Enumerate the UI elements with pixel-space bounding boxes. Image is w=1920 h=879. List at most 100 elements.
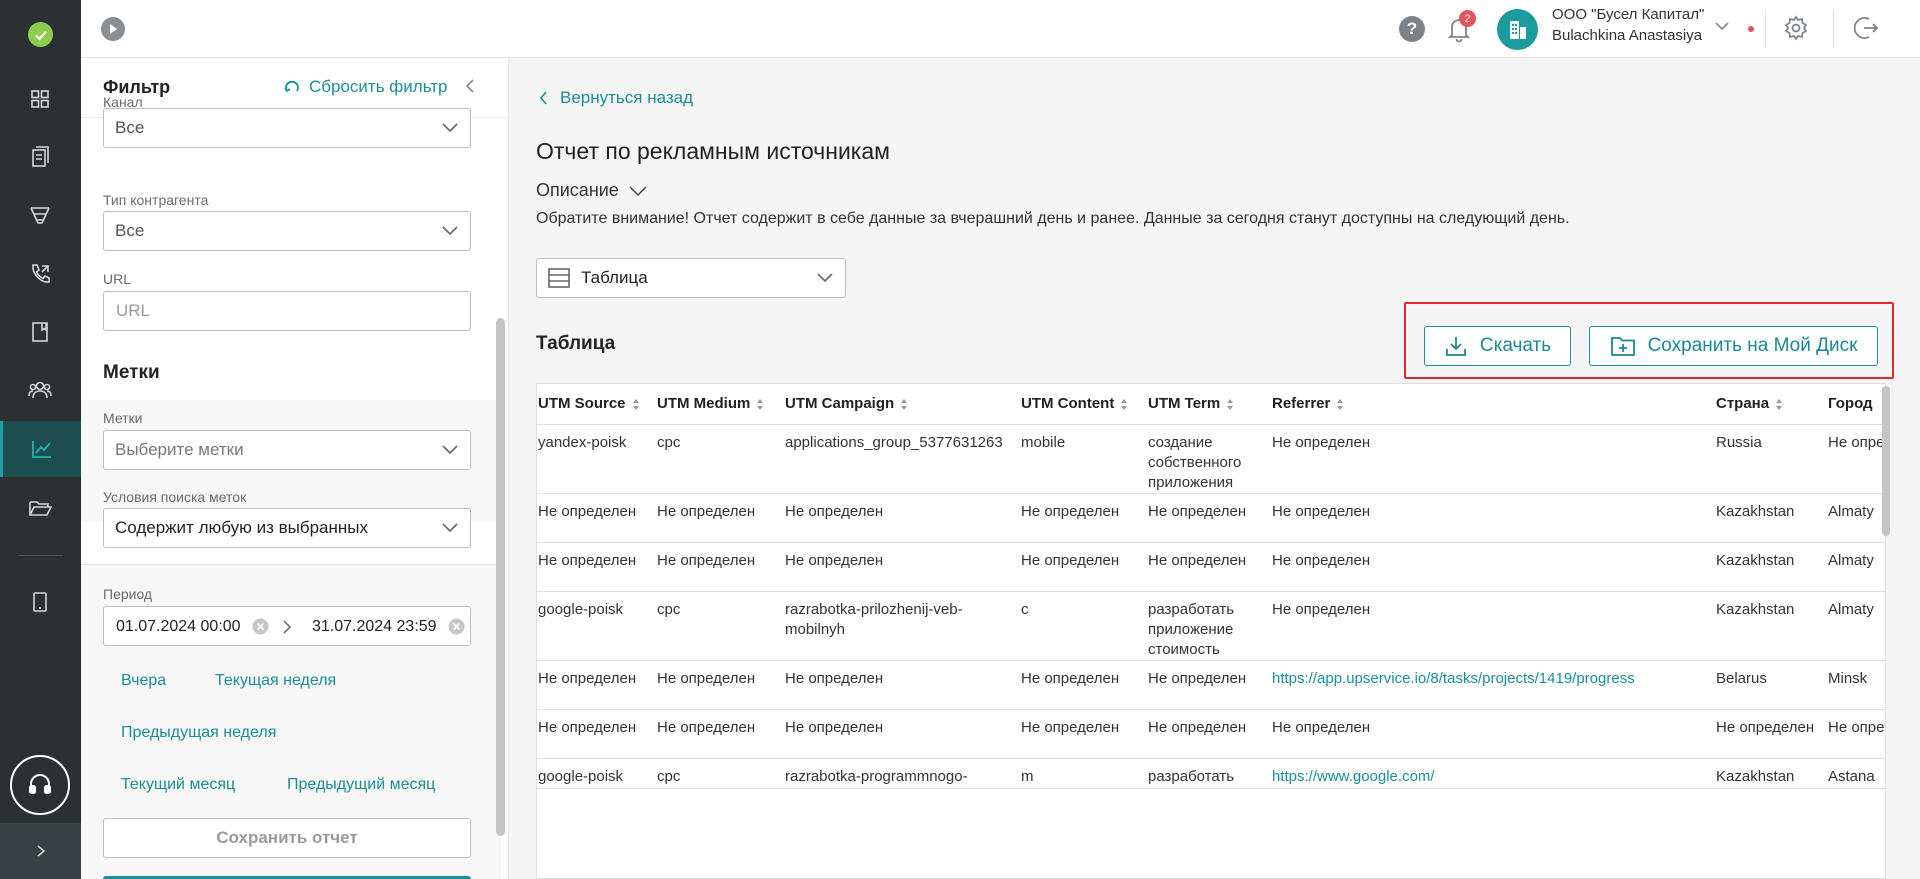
gear-icon[interactable] <box>1783 15 1809 46</box>
download-button[interactable]: Скачать <box>1424 326 1571 366</box>
period-from[interactable]: 01.07.2024 00:00 <box>116 618 241 636</box>
cell-text: Не определен <box>538 502 637 520</box>
cell-text: Не определен <box>657 551 756 569</box>
table-row[interactable]: yandex-poisk cpc applications_group_537763… <box>537 424 1885 494</box>
cell-text: Не опре <box>1828 718 1885 736</box>
headset-icon[interactable] <box>10 755 70 815</box>
clear-icon[interactable] <box>252 618 269 635</box>
table-scrollbar[interactable] <box>1882 386 1890 536</box>
documents-icon[interactable] <box>24 141 56 173</box>
view-value: Таблица <box>581 268 648 287</box>
column-header[interactable]: UTM Medium <box>656 384 784 425</box>
funnel-icon[interactable] <box>24 199 56 231</box>
reset-filter-button[interactable]: Сбросить фильтр <box>283 77 447 97</box>
quick-this-month-link[interactable]: Текущий месяц <box>121 776 235 794</box>
cell-text: Не определен <box>538 551 637 569</box>
table-row[interactable]: Не определен Не определен Не определен Не о… <box>537 542 1885 592</box>
chevron-down-icon <box>442 226 458 236</box>
table-cell: cpc <box>656 591 784 661</box>
play-icon[interactable] <box>101 17 125 41</box>
tablet-icon[interactable] <box>24 586 56 618</box>
quick-yesterday-link[interactable]: Вчера <box>121 672 166 690</box>
cell-text: Не определен <box>1148 551 1247 569</box>
period-range-input[interactable]: 01.07.2024 00:00 31.07.2024 23:59 <box>103 606 471 646</box>
column-header[interactable]: Страна <box>1715 384 1827 425</box>
sort-icon[interactable] <box>1775 398 1783 411</box>
chevron-down-icon <box>442 445 458 455</box>
phone-icon[interactable] <box>24 258 56 290</box>
sort-icon[interactable] <box>1120 398 1128 411</box>
column-header[interactable]: Город <box>1827 384 1885 425</box>
chevron-right-icon[interactable] <box>0 823 81 879</box>
folder-icon[interactable] <box>24 492 56 524</box>
table-cell: cpc <box>656 424 784 494</box>
contractor-select[interactable]: Все <box>103 211 471 251</box>
table-row[interactable]: Не определен Не определен Не определен Не о… <box>537 493 1885 543</box>
referrer-link[interactable]: https://www.google.com/ <box>1272 768 1435 785</box>
table-cell: Не определен <box>784 542 1020 592</box>
filter-scrollbar[interactable] <box>496 318 505 836</box>
channel-select[interactable]: Все <box>103 108 471 148</box>
table-row[interactable]: Не определен Не определен Не определен Не о… <box>537 660 1885 710</box>
tags-section-header: Метки <box>81 346 501 400</box>
table-row[interactable]: Не определен Не определен Не определен Не о… <box>537 709 1885 759</box>
url-input[interactable]: URL <box>103 291 471 331</box>
sort-icon[interactable] <box>1336 398 1344 411</box>
cell-text: cpc <box>657 767 681 785</box>
back-link[interactable]: Вернуться назад <box>539 88 693 108</box>
cell-text: google-poisk <box>538 767 624 785</box>
chevron-left-icon[interactable] <box>465 78 475 99</box>
org-avatar[interactable] <box>1497 9 1538 50</box>
column-header[interactable]: UTM Term <box>1147 384 1271 425</box>
cell-text: razrabotka-prilozhenij-veb-mobilnyh <box>785 600 963 638</box>
dashboard-icon[interactable] <box>24 83 56 115</box>
sort-icon[interactable] <box>900 398 908 411</box>
table-cell: Не определен <box>1271 591 1715 661</box>
tags-select[interactable]: Выберите метки <box>103 430 471 470</box>
chevron-down-icon[interactable] <box>1714 18 1730 39</box>
table-cell: c <box>1020 591 1147 661</box>
description-label: Описание <box>536 180 619 200</box>
quick-this-week-link[interactable]: Текущая неделя <box>215 672 336 690</box>
user-name[interactable]: Bulachkina Anastasiya <box>1552 27 1702 44</box>
sort-icon[interactable] <box>756 398 764 411</box>
check-logo-icon[interactable] <box>28 22 53 47</box>
tag-condition-value: Содержит любую из выбранных <box>115 518 368 537</box>
users-icon[interactable] <box>24 374 56 406</box>
analytics-icon[interactable] <box>0 421 81 477</box>
save-report-button[interactable]: Сохранить отчет <box>103 818 471 858</box>
book-icon[interactable] <box>24 316 56 348</box>
table-cell: cpc <box>656 758 784 789</box>
sort-icon[interactable] <box>632 398 640 411</box>
quick-last-week-link[interactable]: Предыдущая неделя <box>121 724 276 742</box>
table-cell: applications_group_5377631263 <box>784 424 1020 494</box>
column-header-label: Страна <box>1716 395 1770 413</box>
column-header[interactable]: UTM Campaign <box>784 384 1020 425</box>
save-to-disk-button[interactable]: Сохранить на Мой Диск <box>1589 326 1878 366</box>
org-name[interactable]: ООО "Бусел Капитал" <box>1552 6 1704 23</box>
clear-icon[interactable] <box>448 618 465 635</box>
logout-icon[interactable] <box>1853 15 1879 46</box>
cell-text: Astana <box>1828 767 1875 785</box>
help-icon[interactable]: ? <box>1399 16 1425 42</box>
sort-icon[interactable] <box>1226 398 1234 411</box>
topbar-separator <box>1765 10 1766 48</box>
view-select[interactable]: Таблица <box>536 258 846 298</box>
cell-text: Не определен <box>538 718 637 736</box>
cell-text: Не определен <box>1272 433 1371 451</box>
table-row[interactable]: google-poisk cpc razrabotka-programmnogo-m… <box>537 758 1885 789</box>
column-header[interactable]: UTM Source <box>537 384 656 425</box>
column-header[interactable]: UTM Content <box>1020 384 1147 425</box>
cell-text: m <box>1021 767 1034 785</box>
table-row[interactable]: google-poisk cpc razrabotka-prilozhenij-ve… <box>537 591 1885 661</box>
quick-last-month-link[interactable]: Предыдущий месяц <box>287 776 435 794</box>
referrer-link[interactable]: https://app.upservice.io/8/tasks/project… <box>1272 670 1635 687</box>
cell-text: разработать приложение стоимость <box>1148 600 1235 658</box>
column-header[interactable]: Referrer <box>1271 384 1715 425</box>
table-cell: Russia <box>1715 424 1827 494</box>
cell-text: Не определен <box>1272 600 1371 618</box>
table-cell: разработать <box>1147 758 1271 789</box>
period-to[interactable]: 31.07.2024 23:59 <box>312 618 437 636</box>
description-toggle[interactable]: Описание <box>536 180 647 201</box>
tag-condition-select[interactable]: Содержит любую из выбранных <box>103 508 471 548</box>
